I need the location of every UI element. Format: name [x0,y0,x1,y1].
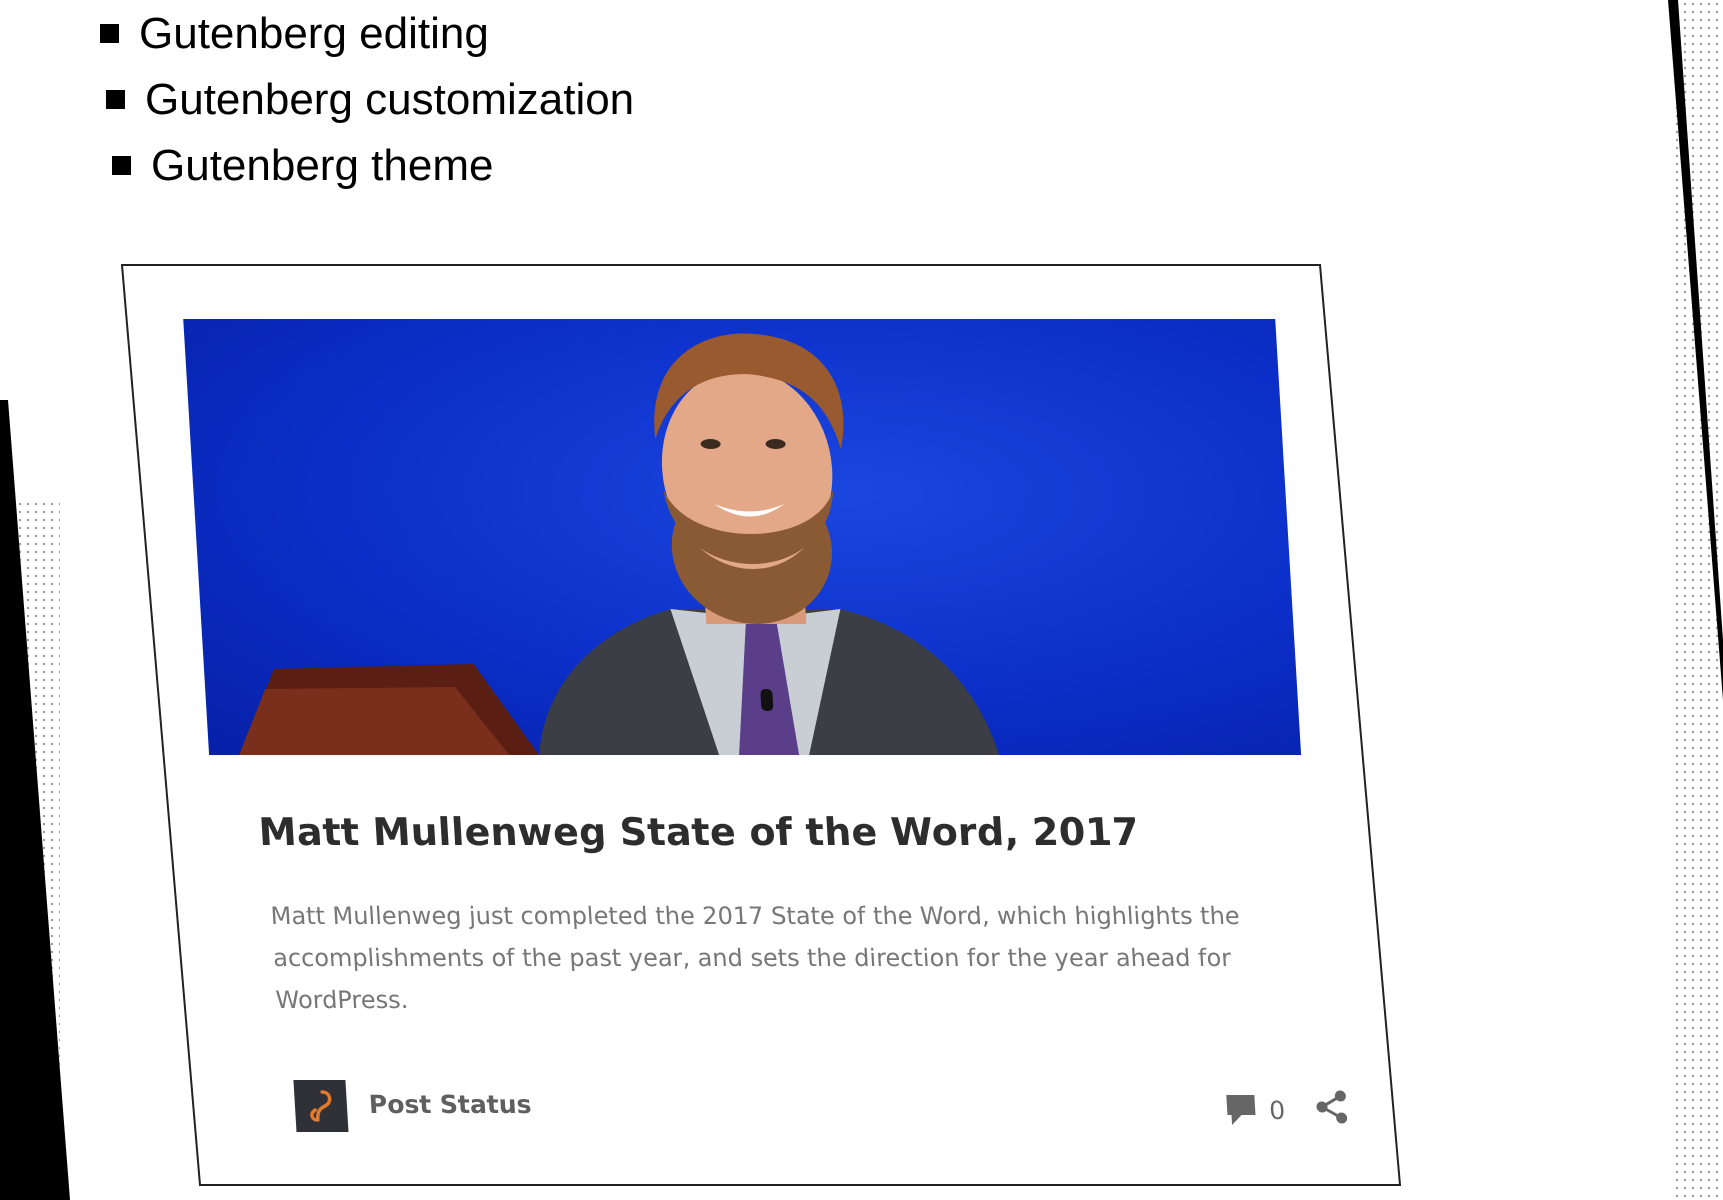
square-bullet-icon [112,155,131,175]
halftone-right-edge [1673,0,1723,1200]
bullet-item: Gutenberg customization [106,74,634,140]
post-title[interactable]: Matt Mullenweg State of the Word, 2017 [257,810,1140,854]
square-bullet-icon [100,23,119,43]
post-card[interactable]: Matt Mullenweg State of the Word, 2017 M… [150,265,1443,1165]
halftone-left-edge [0,500,60,1200]
post-excerpt: Matt Mullenweg just completed the 2017 S… [269,902,1241,1014]
share-button[interactable] [1314,1090,1350,1129]
bullet-text: Gutenberg theme [151,141,494,190]
bullet-item: Gutenberg editing [100,8,628,74]
square-bullet-icon [106,89,125,109]
hero-image[interactable] [183,319,1302,755]
bullet-list: Gutenberg editing Gutenberg customizatio… [100,8,634,206]
comment-bubble-icon [1226,1095,1256,1125]
share-icon [1316,1090,1348,1124]
bullet-text: Gutenberg editing [139,9,489,58]
comments-link[interactable]: 0 [1224,1092,1286,1128]
post-footer: Post Status 0 [293,1080,1348,1136]
comment-count: 0 [1268,1095,1286,1125]
bullet-item: Gutenberg theme [112,140,640,206]
bullet-text: Gutenberg customization [145,75,635,124]
post-status-logo-icon[interactable] [293,1080,349,1132]
author-name[interactable]: Post Status [368,1090,532,1119]
